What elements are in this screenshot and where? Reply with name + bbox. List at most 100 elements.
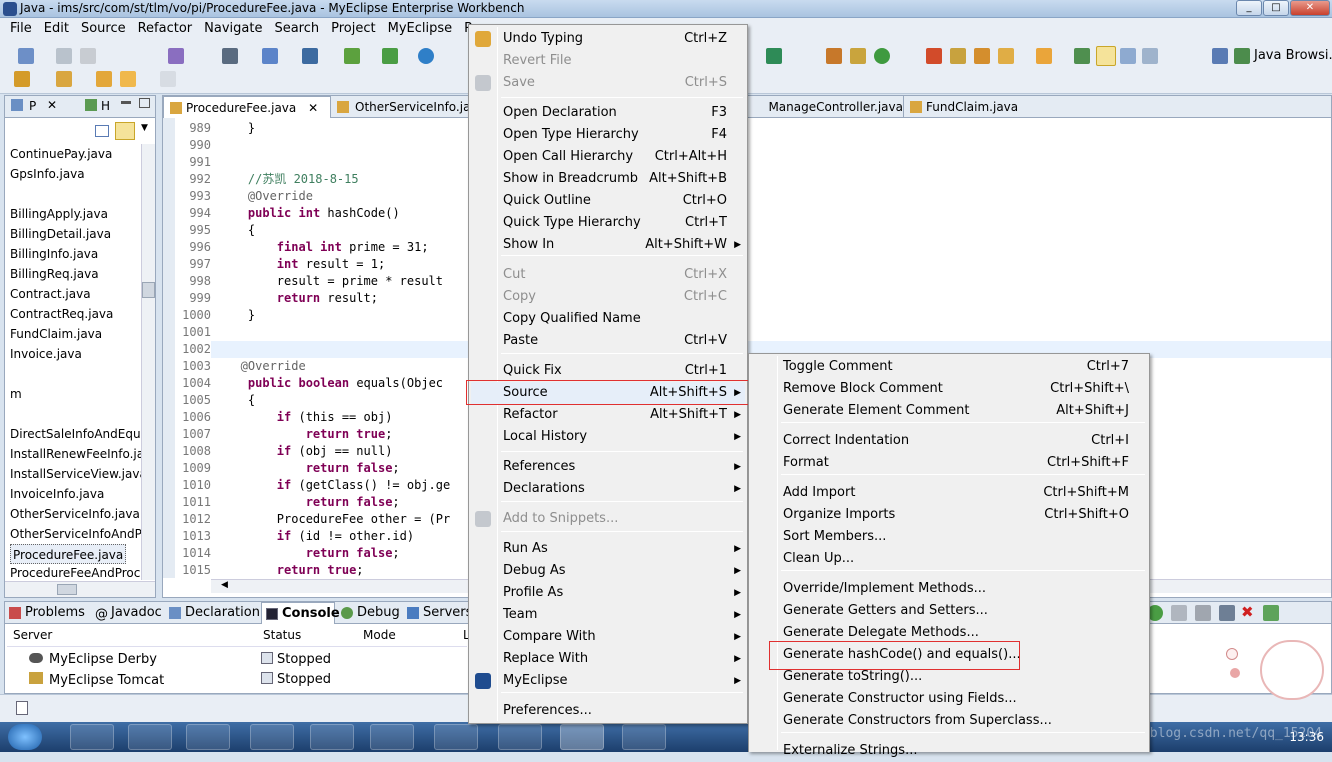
view-menu-icon[interactable]: ▼: [141, 123, 148, 133]
list-item[interactable]: ContractReq.java: [10, 304, 113, 324]
menu-item-open-declaration[interactable]: Open Declaration F3: [471, 102, 745, 124]
scroll-thumb[interactable]: [142, 282, 155, 298]
menu-item-add-to-snippets[interactable]: Add to Snippets...: [471, 508, 745, 530]
refresh-icon[interactable]: [874, 48, 890, 64]
list-item[interactable]: OtherServiceInfo.java: [10, 504, 140, 524]
app-circle-icon[interactable]: [622, 724, 666, 750]
tab-console[interactable]: Console: [261, 602, 340, 624]
list-item[interactable]: Contract.java: [10, 284, 91, 304]
minimize-view-icon[interactable]: [121, 101, 131, 104]
menu-item-compare-with[interactable]: Compare With ▶: [471, 626, 745, 648]
list-item[interactable]: DirectSaleInfoAndEqu: [10, 424, 141, 444]
perspective-label[interactable]: Java Browsi...: [1254, 48, 1332, 63]
stop-server-icon[interactable]: [1171, 605, 1187, 621]
explorer-icon[interactable]: [434, 724, 478, 750]
server-row-tomcat[interactable]: MyEclipse Tomcat: [29, 672, 164, 688]
code-line[interactable]: {: [219, 392, 255, 409]
scroll-thumb[interactable]: [57, 584, 77, 595]
new-wizard-icon[interactable]: [262, 48, 278, 64]
code-line[interactable]: return false;: [219, 545, 400, 562]
qq-icon[interactable]: [186, 724, 230, 750]
code-line[interactable]: return true;: [219, 426, 393, 443]
code-line[interactable]: }: [219, 307, 255, 324]
server-icon[interactable]: [382, 48, 398, 64]
menu-item-local-history[interactable]: Local History ▶: [471, 426, 745, 448]
save-icon[interactable]: [56, 48, 72, 64]
menu-item-save[interactable]: Save Ctrl+S: [471, 72, 745, 94]
brush-icon[interactable]: [998, 48, 1014, 64]
menu-item-show-in-breadcrumb[interactable]: Show in Breadcrumb Alt+Shift+B: [471, 168, 745, 190]
menu-item-team[interactable]: Team ▶: [471, 604, 745, 626]
horizontal-scrollbar[interactable]: [5, 581, 155, 597]
submenu-item-toggle-comment[interactable]: Toggle Comment Ctrl+7: [751, 356, 1147, 378]
menu-source[interactable]: Source: [75, 18, 132, 40]
menu-item-myeclipse[interactable]: MyEclipse ▶: [471, 670, 745, 692]
deploy-icon[interactable]: [344, 48, 360, 64]
maximize-button[interactable]: □: [1263, 0, 1289, 16]
code-line[interactable]: final int prime = 31;: [219, 239, 429, 256]
submenu-item-generate-element-comment[interactable]: Generate Element Comment Alt+Shift+J: [751, 400, 1147, 422]
list-item[interactable]: InstallServiceView.java: [10, 464, 147, 484]
list-item[interactable]: ProcedureFeeAndProc: [10, 564, 140, 578]
fast-view-icon[interactable]: [16, 701, 28, 715]
notepad-icon[interactable]: [370, 724, 414, 750]
new-icon[interactable]: [18, 48, 34, 64]
list-item[interactable]: BillingReq.java: [10, 264, 99, 284]
list-item[interactable]: Invoice.java: [10, 344, 82, 364]
submenu-item-clean-up[interactable]: Clean Up...: [751, 548, 1147, 570]
submenu-item-sort-members[interactable]: Sort Members...: [751, 526, 1147, 548]
menu-item-preferences[interactable]: Preferences...: [471, 700, 745, 722]
annotation-icon[interactable]: [56, 71, 72, 87]
menu-myeclipse[interactable]: MyEclipse: [382, 18, 459, 40]
tab-hierarchy[interactable]: H: [101, 99, 110, 113]
browser-icon[interactable]: [418, 48, 434, 64]
code-line[interactable]: public boolean equals(Objec: [219, 375, 443, 392]
submenu-item-add-import[interactable]: Add Import Ctrl+Shift+M: [751, 482, 1147, 504]
menu-item-quick-fix[interactable]: Quick Fix Ctrl+1: [471, 360, 745, 382]
tab-javadoc[interactable]: @ Javadoc: [91, 602, 163, 624]
list-item[interactable]: BillingApply.java: [10, 204, 108, 224]
chrome-icon[interactable]: [128, 724, 172, 750]
menu-search[interactable]: Search: [268, 18, 325, 40]
tab-otherserviceinfo[interactable]: OtherServiceInfo.java: [333, 96, 485, 118]
tab-package-explorer[interactable]: P: [29, 99, 36, 113]
print-icon[interactable]: [222, 48, 238, 64]
back-history-icon[interactable]: [14, 71, 30, 87]
menu-item-undo-typing[interactable]: Undo Typing Ctrl+Z: [471, 28, 745, 50]
list-item[interactable]: InvoiceInfo.java: [10, 484, 104, 504]
menu-item-copy-qualified-name[interactable]: Copy Qualified Name: [471, 308, 745, 330]
class-icon[interactable]: [850, 48, 866, 64]
submenu-item-generate-constructors-from-superclass[interactable]: Generate Constructors from Superclass...: [751, 710, 1147, 732]
vertical-scrollbar[interactable]: [141, 144, 155, 580]
wps-writer-icon[interactable]: [250, 724, 294, 750]
code-line[interactable]: if (getClass() != obj.ge: [219, 477, 450, 494]
tab-fundclaim[interactable]: FundClaim.java: [903, 96, 1043, 118]
server-row-derby[interactable]: MyEclipse Derby: [29, 652, 157, 667]
debug-icon[interactable]: [766, 48, 782, 64]
list-item[interactable]: OtherServiceInfoAndP: [10, 524, 142, 544]
open-perspective-icon[interactable]: [1212, 48, 1228, 64]
publish-icon[interactable]: [1195, 605, 1211, 621]
close-button[interactable]: ✕: [1290, 0, 1330, 16]
open-type-icon[interactable]: [926, 48, 942, 64]
open-resource-icon[interactable]: [950, 48, 966, 64]
list-item[interactable]: BillingInfo.java: [10, 244, 98, 264]
menu-item-open-type-hierarchy[interactable]: Open Type Hierarchy F4: [471, 124, 745, 146]
myeclipse-taskbar-icon[interactable]: [560, 724, 604, 750]
column-server[interactable]: Server: [13, 628, 52, 642]
pin-icon[interactable]: [1074, 48, 1090, 64]
menu-item-quick-type-hierarchy[interactable]: Quick Type Hierarchy Ctrl+T: [471, 212, 745, 234]
tab-debug[interactable]: Debug: [337, 602, 401, 624]
menu-item-references[interactable]: References ▶: [471, 456, 745, 478]
code-line[interactable]: //苏凯 2018-8-15: [219, 171, 359, 188]
refresh-app-icon[interactable]: [498, 724, 542, 750]
menu-edit[interactable]: Edit: [38, 18, 75, 40]
code-line[interactable]: @Override: [219, 188, 313, 205]
list-item[interactable]: m: [10, 384, 22, 404]
wps-sheet-icon[interactable]: [310, 724, 354, 750]
maximize-view-icon[interactable]: [139, 98, 150, 108]
code-line[interactable]: public int hashCode(): [219, 205, 400, 222]
menu-item-paste[interactable]: Paste Ctrl+V: [471, 330, 745, 352]
code-line[interactable]: if (obj == null): [219, 443, 393, 460]
menu-refactor[interactable]: Refactor: [132, 18, 199, 40]
